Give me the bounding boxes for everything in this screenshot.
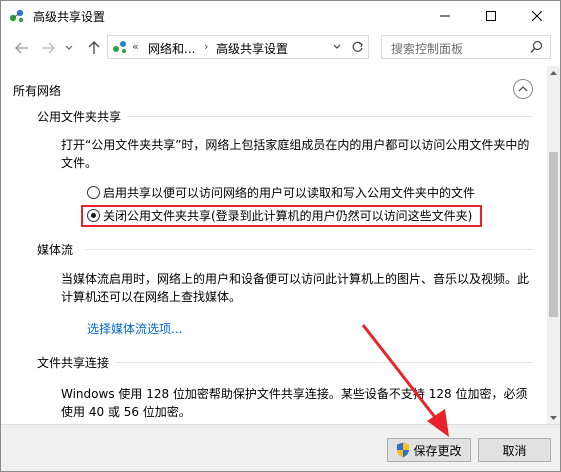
chevron-up-icon xyxy=(518,86,528,92)
public-folder-description: 打开“公用文件夹共享”时，网络上包括家庭组成员在内的用户都可以访问公用文件夹中的… xyxy=(61,138,530,170)
scroll-up-button[interactable] xyxy=(547,66,560,79)
recent-locations-button[interactable] xyxy=(63,39,75,57)
maximize-button[interactable] xyxy=(468,1,514,31)
breadcrumb-advanced-sharing[interactable]: 高级共享设置 xyxy=(216,40,288,57)
advanced-sharing-window: 高级共享设置 « 网络和... › 高级共享设置 搜索控制面板 所有网络 公用文… xyxy=(0,0,561,472)
maximize-icon xyxy=(486,11,496,21)
forward-button[interactable] xyxy=(39,39,57,57)
radio-enable-sharing[interactable]: 启用共享以便可以访问网络的用户可以读取和写入公用文件夹中的文件 xyxy=(87,184,475,201)
collapse-section-button[interactable] xyxy=(513,79,533,99)
navigation-bar: « 网络和... › 高级共享设置 搜索控制面板 xyxy=(1,31,560,65)
vertical-scrollbar[interactable] xyxy=(547,66,560,424)
choose-media-streaming-link[interactable]: 选择媒体流选项... xyxy=(87,320,182,337)
cancel-button[interactable]: 取消 xyxy=(478,438,551,462)
scroll-down-button[interactable] xyxy=(547,411,560,424)
caret-down-icon xyxy=(550,415,557,420)
network-icon xyxy=(113,41,126,53)
divider xyxy=(115,362,533,363)
chevron-down-icon[interactable] xyxy=(332,41,342,53)
chevron-down-icon xyxy=(65,45,73,50)
annotation-highlight-box xyxy=(81,205,482,227)
refresh-icon[interactable] xyxy=(351,41,364,54)
save-changes-label: 保存更改 xyxy=(413,443,462,458)
breadcrumb-separator[interactable]: › xyxy=(204,40,208,53)
heading-public-folder-sharing: 公用文件夹共享 xyxy=(37,110,122,124)
title-bar: 高级共享设置 xyxy=(1,1,560,31)
hidden-path-chevron[interactable]: « xyxy=(132,40,139,53)
search-icon[interactable] xyxy=(530,40,543,54)
minimize-button[interactable] xyxy=(422,1,468,31)
search-input[interactable]: 搜索控制面板 xyxy=(391,40,463,57)
network-icon xyxy=(9,9,24,23)
settings-content: 所有网络 公用文件夹共享 打开“公用文件夹共享”时，网络上包括家庭组成员在内的用… xyxy=(1,66,547,424)
divider xyxy=(85,249,533,250)
arrow-left-icon xyxy=(15,42,28,54)
media-streaming-description: 当媒体流启用时，网络上的用户和设备便可以访问此计算机上的图片、音乐以及视频。此计… xyxy=(61,272,530,304)
heading-media-streaming: 媒体流 xyxy=(37,243,74,257)
minimize-icon xyxy=(440,15,450,17)
arrow-up-icon xyxy=(88,41,100,54)
save-changes-button[interactable]: 保存更改 xyxy=(387,438,471,462)
up-button[interactable] xyxy=(85,39,103,57)
arrow-right-icon xyxy=(42,42,55,54)
caret-up-icon xyxy=(550,70,557,75)
breadcrumb-network[interactable]: 网络和... xyxy=(148,40,195,57)
search-box[interactable]: 搜索控制面板 xyxy=(381,35,551,59)
radio-button[interactable] xyxy=(87,186,100,199)
window-title: 高级共享设置 xyxy=(33,10,106,24)
scroll-thumb[interactable] xyxy=(549,152,558,317)
close-icon xyxy=(532,11,542,21)
divider xyxy=(127,116,533,117)
radio-label: 启用共享以便可以访问网络的用户可以读取和写入公用文件夹中的文件 xyxy=(103,186,476,200)
section-title-all-networks: 所有网络 xyxy=(13,84,62,98)
dialog-footer: 保存更改 取消 xyxy=(1,424,560,471)
cancel-label: 取消 xyxy=(502,443,527,458)
heading-file-sharing-connections: 文件共享连接 xyxy=(37,356,110,370)
file-sharing-description: Windows 使用 128 位加密帮助保护文件共享连接。某些设备不支持 128… xyxy=(61,387,528,419)
close-button[interactable] xyxy=(514,1,560,31)
uac-shield-icon xyxy=(397,442,410,458)
address-bar[interactable]: « 网络和... › 高级共享设置 xyxy=(107,35,369,59)
back-button[interactable] xyxy=(13,39,31,57)
